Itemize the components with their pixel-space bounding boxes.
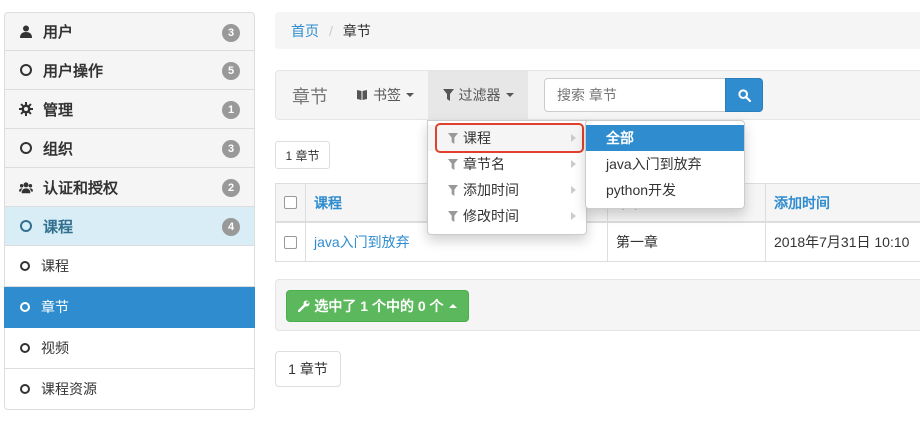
- filter-label: 过滤器: [458, 87, 501, 103]
- circle-icon: [19, 343, 31, 353]
- table-row: java入门到放弃 第一章 2018年7月31日 10:10: [276, 223, 920, 261]
- sidebar-subitem-label: 课程资源: [41, 381, 97, 397]
- search-button[interactable]: [725, 78, 763, 112]
- circle-icon: [19, 261, 31, 271]
- row-select-cell: [276, 223, 306, 261]
- row-checkbox[interactable]: [284, 235, 297, 249]
- circle-icon: [19, 220, 33, 232]
- users-icon: [19, 181, 33, 194]
- filter-icon: [442, 89, 454, 101]
- submenu-item-python[interactable]: python开发: [586, 177, 744, 203]
- filter-menu-label: 修改时间: [463, 208, 519, 224]
- filter-dropdown[interactable]: 过滤器: [428, 71, 528, 119]
- circle-icon: [19, 64, 33, 76]
- bookmark-dropdown[interactable]: 书签: [356, 71, 414, 119]
- sidebar-item-label: 课程: [43, 218, 74, 236]
- list-toolbar: 章节 书签 过滤器: [275, 70, 920, 120]
- sidebar-item-auth[interactable]: 认证和授权 2: [4, 168, 255, 207]
- chevron-right-icon: [571, 160, 576, 168]
- table-cell-added-time: 2018年7月31日 10:10: [774, 234, 910, 250]
- row-course-link[interactable]: java入门到放弃: [314, 232, 410, 252]
- submenu-item-java[interactable]: java入门到放弃: [586, 151, 744, 177]
- filter-icon: [448, 210, 458, 222]
- gear-icon: [19, 102, 33, 116]
- sidebar-subitem-chapter[interactable]: 章节: [4, 287, 255, 328]
- bulk-action-bar: 选中了 1 个中的 0 个: [275, 279, 920, 331]
- page-title: 章节: [292, 87, 328, 107]
- filter-icon: [448, 158, 458, 170]
- column-header-added-time[interactable]: 添加时间: [766, 184, 920, 221]
- filter-menu-item-modified-time[interactable]: 修改时间: [428, 203, 586, 229]
- sidebar-subitem-course[interactable]: 课程: [4, 246, 255, 287]
- filter-menu-label: 章节名: [463, 156, 505, 172]
- result-count: 1 章节: [275, 141, 330, 169]
- sidebar-subitem-label: 章节: [41, 299, 69, 315]
- bulk-action-button[interactable]: 选中了 1 个中的 0 个: [286, 290, 469, 322]
- sidebar-subitem-video[interactable]: 视频: [4, 328, 255, 369]
- wrench-icon: [298, 300, 310, 312]
- select-all-cell: [276, 184, 306, 221]
- circle-icon: [19, 142, 33, 154]
- sidebar-subitem-label: 课程: [41, 258, 69, 274]
- breadcrumb-separator: /: [329, 22, 333, 39]
- filter-menu-item-chapter-name[interactable]: 章节名: [428, 151, 586, 177]
- sidebar-item-courses[interactable]: 课程 4: [4, 207, 255, 246]
- sidebar-item-organization[interactable]: 组织 3: [4, 129, 255, 168]
- bulk-action-label: 选中了 1 个中的 0 个: [314, 298, 444, 314]
- table-cell-chapter: 第一章: [608, 223, 766, 261]
- breadcrumb: 首页 / 章节: [275, 12, 920, 49]
- count-badge: 3: [222, 140, 240, 158]
- sidebar-item-user-actions[interactable]: 用户操作 5: [4, 51, 255, 90]
- sidebar-item-label: 认证和授权: [43, 179, 119, 197]
- sidebar-item-label: 用户: [43, 24, 74, 41]
- chevron-right-icon: [571, 186, 576, 194]
- count-badge: 1: [222, 101, 240, 119]
- count-badge: 2: [222, 179, 240, 197]
- sidebar-item-label: 组织: [43, 140, 74, 158]
- sidebar-subitem-label: 视频: [41, 340, 69, 356]
- chevron-down-icon: [505, 93, 514, 97]
- select-all-checkbox[interactable]: [284, 196, 297, 209]
- chevron-down-icon: [406, 93, 414, 97]
- user-icon: [19, 25, 33, 38]
- submenu-item-all[interactable]: 全部: [586, 125, 744, 151]
- sidebar-item-label: 管理: [43, 101, 74, 119]
- filter-menu-item-added-time[interactable]: 添加时间: [428, 177, 586, 203]
- chevron-up-icon: [448, 304, 457, 308]
- breadcrumb-current: 章节: [342, 22, 371, 39]
- sidebar: 用户 3 用户操作 5 管理 1 组织 3 认证和授权 2 课程 4 课程 章节: [4, 12, 255, 410]
- breadcrumb-home-link[interactable]: 首页: [291, 21, 319, 41]
- sidebar-subitem-course-resources[interactable]: 课程资源: [4, 369, 255, 410]
- search-input[interactable]: [544, 78, 726, 112]
- filter-menu-label: 添加时间: [463, 182, 519, 198]
- filter-icon: [448, 184, 458, 196]
- highlight-annotation: [435, 123, 584, 153]
- bookmark-label: 书签: [373, 87, 401, 103]
- course-filter-submenu: 全部 java入门到放弃 python开发: [585, 120, 745, 209]
- chevron-right-icon: [571, 212, 576, 220]
- book-icon: [356, 89, 368, 101]
- count-badge: 4: [222, 218, 240, 236]
- sidebar-item-admin[interactable]: 管理 1: [4, 90, 255, 129]
- sidebar-item-users[interactable]: 用户 3: [4, 12, 255, 51]
- circle-icon: [19, 302, 31, 312]
- result-count-bottom: 1 章节: [275, 351, 341, 387]
- sidebar-item-label: 用户操作: [43, 62, 104, 80]
- count-badge: 3: [222, 24, 240, 42]
- count-badge: 5: [222, 62, 240, 80]
- circle-icon: [19, 384, 31, 394]
- search-icon: [737, 88, 751, 102]
